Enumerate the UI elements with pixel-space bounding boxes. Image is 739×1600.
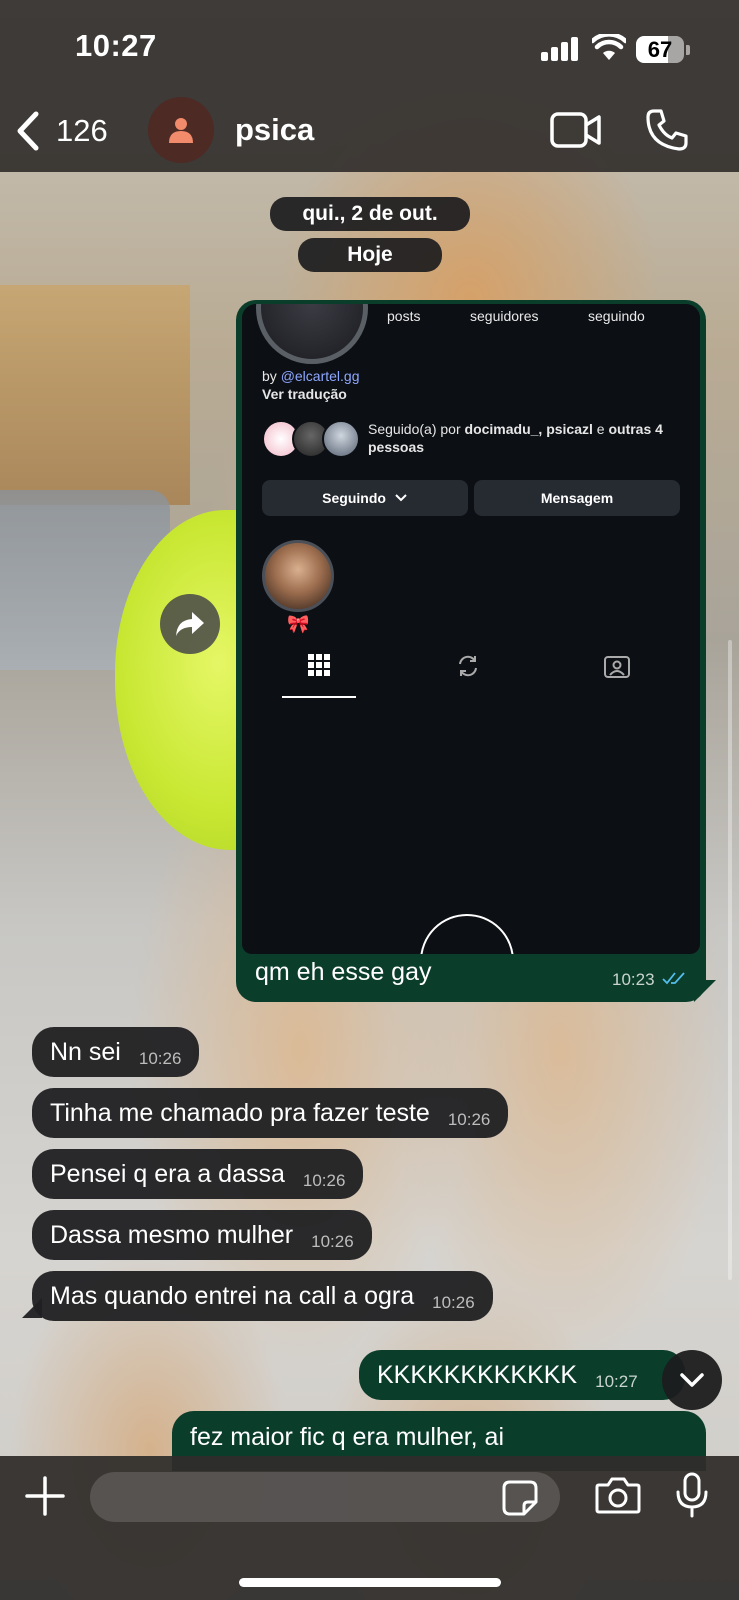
camera-icon[interactable] <box>595 1476 641 1514</box>
incoming-message[interactable]: Nn sei 10:26 <box>32 1027 200 1077</box>
bio-prefix: by <box>262 368 277 384</box>
wallpaper-shelf <box>0 285 190 505</box>
message-text: fez maior fic q era mulher, ai <box>190 1423 505 1451</box>
plus-icon[interactable] <box>25 1476 65 1516</box>
profile-bio: by @elcartel.gg <box>262 368 360 384</box>
contact-name[interactable]: psica <box>235 112 314 148</box>
media-time: 10:23 <box>612 970 686 990</box>
message-text: Tinha me chamado pra fazer teste <box>50 1098 430 1127</box>
home-indicator <box>239 1578 501 1587</box>
incoming-message[interactable]: Pensei q era a dassa 10:26 <box>32 1149 364 1199</box>
scroll-to-bottom-button[interactable] <box>662 1350 722 1410</box>
message-text: KKKKKKKKKKKK <box>377 1360 578 1389</box>
follower-avatar-3 <box>322 420 360 458</box>
cellular-signal-icon <box>541 37 579 61</box>
stat-followers: seguidores <box>470 308 539 324</box>
profile-picture <box>256 304 368 364</box>
media-time-text: 10:23 <box>612 970 655 989</box>
followed-prefix: Seguido(a) por <box>368 421 461 437</box>
status-time: 10:27 <box>75 28 157 63</box>
phone-icon[interactable] <box>645 108 689 152</box>
battery-cap <box>686 45 690 55</box>
incoming-message[interactable]: Mas quando entrei na call a ogra 10:26 <box>32 1271 493 1321</box>
message-time: 10:26 <box>138 1049 182 1068</box>
forward-button[interactable] <box>160 594 220 654</box>
incoming-bubble-tail <box>22 1298 42 1318</box>
wifi-icon <box>592 34 626 60</box>
repost-icon <box>459 655 477 677</box>
story-highlight <box>262 540 334 612</box>
message-time: 10:26 <box>302 1171 346 1190</box>
stat-posts: posts <box>387 308 421 324</box>
message-text-field[interactable] <box>90 1472 560 1522</box>
screenshot-home-button <box>420 914 514 954</box>
shared-screenshot[interactable]: posts seguidores seguindo by @elcartel.g… <box>242 304 700 954</box>
translate-link: Ver tradução <box>262 386 347 402</box>
chevron-down-icon <box>680 1373 704 1387</box>
scrollbar[interactable] <box>728 640 732 1280</box>
followed-names: docimadu_, psicazl <box>464 421 593 437</box>
followed-and: e <box>596 421 605 437</box>
media-caption: qm eh esse gay <box>255 958 432 986</box>
message-time: 10:26 <box>447 1110 491 1129</box>
message-time: 10:27 <box>595 1372 638 1391</box>
active-tab-indicator <box>282 696 356 698</box>
incoming-message[interactable]: Tinha me chamado pra fazer teste 10:26 <box>32 1088 509 1138</box>
bio-handle: @elcartel.gg <box>280 368 360 384</box>
message-time: 10:26 <box>311 1232 354 1251</box>
message-text: Pensei q era a dassa <box>50 1159 285 1188</box>
status-bar: 10:27 67 <box>0 0 739 96</box>
outgoing-media-message[interactable]: posts seguidores seguindo by @elcartel.g… <box>236 300 706 1002</box>
stat-following: seguindo <box>588 308 645 324</box>
contact-avatar[interactable] <box>148 97 214 163</box>
person-icon <box>169 118 193 143</box>
chat-header: 10:27 67 126 psica <box>0 0 739 172</box>
message-text: Mas quando entrei na call a ogra <box>50 1281 415 1310</box>
message-text: Dassa mesmo mulher <box>50 1220 294 1249</box>
tagged-icon <box>604 656 630 678</box>
video-camera-icon[interactable] <box>550 112 602 148</box>
bubble-tail <box>694 980 716 1002</box>
chevron-down-icon <box>395 494 407 502</box>
highlight-label: 🎀 <box>287 614 310 634</box>
date-separator-previous: qui., 2 de out. <box>270 197 470 231</box>
unread-count: 126 <box>56 113 108 148</box>
incoming-message[interactable]: Dassa mesmo mulher 10:26 <box>32 1210 372 1260</box>
microphone-icon[interactable] <box>675 1472 709 1518</box>
message-text: Nn sei <box>50 1037 121 1066</box>
message-time: 10:26 <box>432 1293 475 1312</box>
followed-by-text: Seguido(a) por docimadu_, psicazl e outr… <box>368 420 693 456</box>
battery-icon: 67 <box>636 36 684 63</box>
sticker-icon[interactable] <box>502 1480 538 1516</box>
forward-icon <box>176 612 204 636</box>
following-button: Seguindo <box>262 480 468 516</box>
back-chevron-icon <box>17 111 39 151</box>
date-separator-today: Hoje <box>298 238 442 272</box>
message-button: Mensagem <box>474 480 680 516</box>
back-button[interactable]: 126 <box>14 108 108 154</box>
grid-icon <box>308 654 330 676</box>
battery-level: 67 <box>647 37 673 62</box>
read-ticks-icon <box>662 972 685 985</box>
outgoing-message[interactable]: KKKKKKKKKKKK 10:27 <box>359 1350 685 1400</box>
message-input-bar <box>0 1456 739 1600</box>
following-label: Seguindo <box>322 490 386 506</box>
